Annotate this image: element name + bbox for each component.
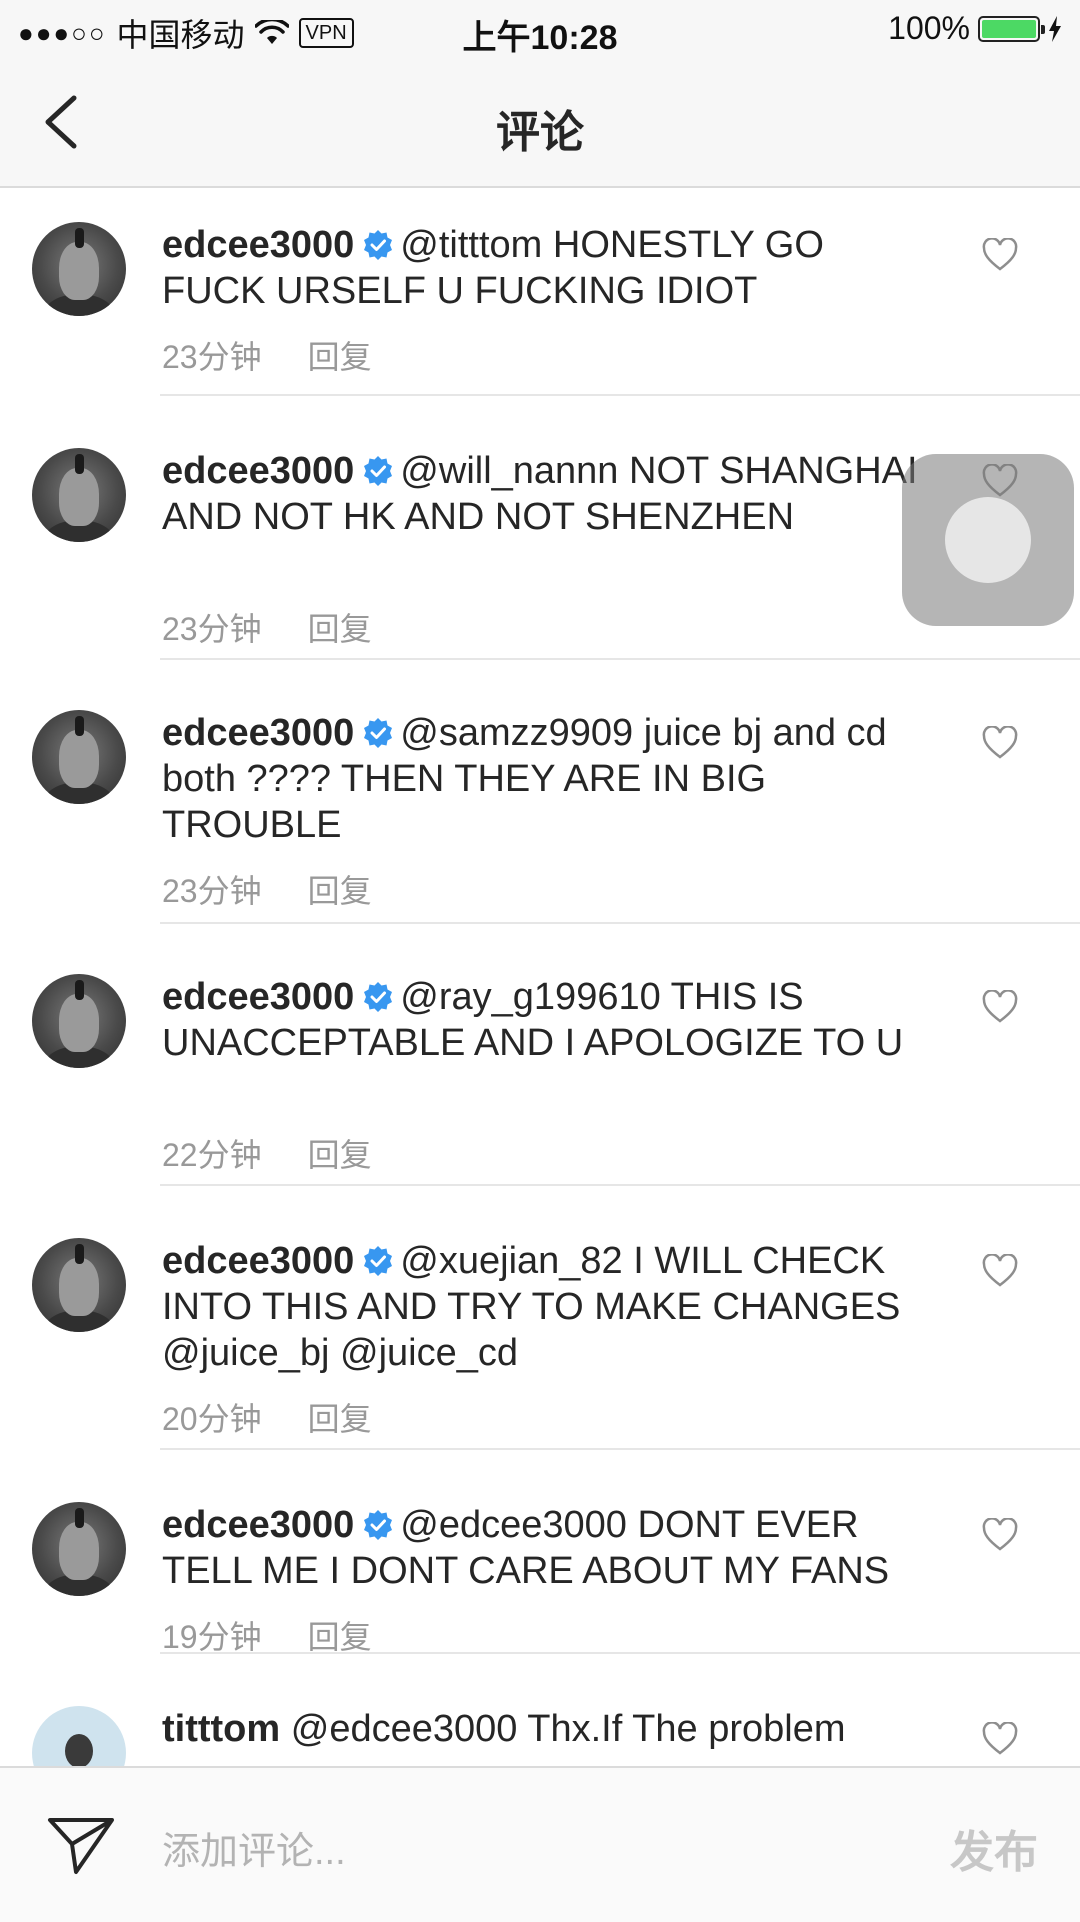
like-heart-icon[interactable] — [982, 1253, 1018, 1288]
like-heart-icon[interactable] — [982, 989, 1018, 1024]
divider — [160, 922, 1080, 924]
reply-button[interactable]: 回复 — [308, 1619, 372, 1655]
comment-timestamp: 22分钟 — [162, 1137, 262, 1173]
post-button[interactable]: 发布 — [950, 1816, 1038, 1880]
divider — [160, 1448, 1080, 1450]
avatar[interactable] — [32, 710, 126, 804]
comment-username[interactable]: edcee3000 — [162, 1240, 354, 1282]
comment-meta: 22分钟 回复 — [162, 1130, 418, 1176]
reply-button[interactable]: 回复 — [308, 1137, 372, 1173]
divider — [160, 658, 1080, 660]
verified-badge-icon — [362, 714, 394, 748]
comment-meta: 23分钟 回复 — [162, 604, 418, 650]
comment-timestamp: 19分钟 — [162, 1619, 262, 1655]
comment-username[interactable]: titttom — [162, 1708, 280, 1750]
verified-badge-icon — [362, 452, 394, 486]
avatar[interactable] — [32, 448, 126, 542]
comment-meta: 20分钟 回复 — [162, 1394, 418, 1440]
comment-composer: 添加评论... 发布 — [0, 1766, 1080, 1922]
like-heart-icon[interactable] — [982, 237, 1018, 272]
comment-username[interactable]: edcee3000 — [162, 1504, 354, 1546]
verified-badge-icon — [362, 226, 394, 260]
avatar[interactable] — [32, 222, 126, 316]
status-bar: ●●●○○ 中国移动 VPN 上午10:28 100% — [0, 0, 1080, 58]
comment-text: edcee3000 @titttom HONESTLY GO FUCK URSEL… — [162, 222, 922, 314]
comment-timestamp: 23分钟 — [162, 339, 262, 375]
comment-username[interactable]: edcee3000 — [162, 712, 354, 754]
nav-bar: 评论 — [0, 58, 1080, 188]
avatar[interactable] — [32, 974, 126, 1068]
comment-text: edcee3000 @ray_g199610 THIS IS UNACCEPTAB… — [162, 974, 922, 1066]
send-icon[interactable] — [46, 1814, 116, 1876]
comment-text: edcee3000 @edcee3000 DONT EVER TELL ME I … — [162, 1502, 922, 1594]
comment-username[interactable]: edcee3000 — [162, 976, 354, 1018]
comment-username[interactable]: edcee3000 — [162, 224, 354, 266]
reply-button[interactable]: 回复 — [308, 873, 372, 909]
battery-percent: 100% — [888, 10, 970, 46]
comment-list[interactable]: edcee3000 @titttom HONESTLY GO FUCK URSEL… — [0, 188, 1080, 1766]
comment-text: edcee3000 @samzz9909 juice bj and cd both… — [162, 710, 922, 848]
divider — [160, 1652, 1080, 1654]
avatar[interactable] — [32, 1706, 126, 1766]
battery-fill — [982, 19, 1036, 38]
comment-input[interactable]: 添加评论... — [162, 1820, 346, 1875]
comment-timestamp: 20分钟 — [162, 1401, 262, 1437]
verified-badge-icon — [362, 978, 394, 1012]
like-heart-icon[interactable] — [982, 725, 1018, 760]
like-heart-icon[interactable] — [982, 1517, 1018, 1552]
avatar[interactable] — [32, 1502, 126, 1596]
comment-meta: 23分钟 回复 — [162, 332, 418, 378]
comment-username[interactable]: edcee3000 — [162, 450, 354, 492]
reply-button[interactable]: 回复 — [308, 1401, 372, 1437]
comment-meta: 23分钟 回复 — [162, 866, 418, 912]
page-title: 评论 — [496, 108, 584, 157]
avatar[interactable] — [32, 1238, 126, 1332]
battery-icon — [978, 15, 1045, 42]
comment-timestamp: 23分钟 — [162, 611, 262, 647]
comment-timestamp: 23分钟 — [162, 873, 262, 909]
comment-body: @edcee3000 Thx.If The problem — [290, 1708, 846, 1750]
touch-feedback-overlay — [902, 454, 1074, 626]
reply-button[interactable]: 回复 — [308, 339, 372, 375]
reply-button[interactable]: 回复 — [308, 611, 372, 647]
comment-text: edcee3000 @will_nannn NOT SHANGHAI AND NO… — [162, 448, 922, 540]
comment-text: titttom @edcee3000 Thx.If The problem — [162, 1706, 922, 1752]
divider — [160, 394, 1080, 396]
like-heart-icon[interactable] — [982, 1721, 1018, 1756]
charging-bolt-icon — [1049, 15, 1061, 42]
comment-text: edcee3000 @xuejian_82 I WILL CHECK INTO T… — [162, 1238, 922, 1376]
verified-badge-icon — [362, 1242, 394, 1276]
verified-badge-icon — [362, 1506, 394, 1540]
divider — [160, 1184, 1080, 1186]
